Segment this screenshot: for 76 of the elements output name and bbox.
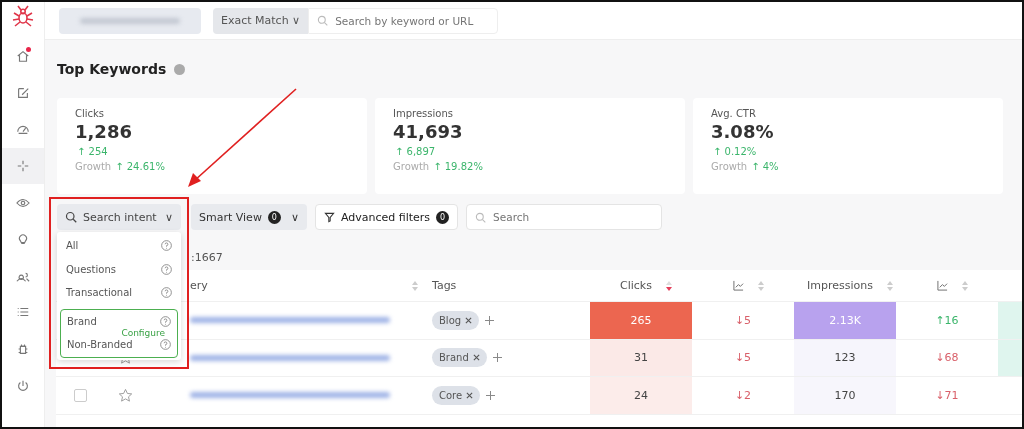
tag-label: Blog bbox=[439, 314, 462, 326]
keyword-count: :1667 bbox=[191, 251, 223, 264]
metric-value: 41,693 bbox=[393, 121, 463, 142]
row-checkbox[interactable] bbox=[73, 388, 87, 402]
heat-cell: 31 bbox=[590, 339, 692, 376]
menu-item[interactable]: Non-Branded bbox=[67, 339, 133, 351]
project-selector[interactable] bbox=[59, 7, 201, 34]
menu-item[interactable]: All bbox=[66, 240, 79, 252]
tag-label: Brand bbox=[439, 352, 469, 364]
metric-change: ↑ 0.12% bbox=[713, 146, 757, 157]
keyword-search-field[interactable]: Search by keyword or URL bbox=[308, 7, 499, 34]
add-icon[interactable] bbox=[485, 315, 495, 325]
column-header[interactable]: ery bbox=[190, 279, 208, 292]
heat-cell: 170 bbox=[794, 377, 896, 414]
bug-icon[interactable] bbox=[16, 342, 30, 357]
menu-item[interactable]: Brand bbox=[67, 315, 97, 327]
help-icon[interactable] bbox=[174, 63, 186, 75]
add-icon[interactable] bbox=[492, 353, 502, 363]
trend-value: ↓68 bbox=[935, 351, 959, 365]
column-header[interactable]: Clicks bbox=[620, 279, 652, 292]
sort-icon[interactable] bbox=[665, 280, 672, 291]
column-header: Tags bbox=[432, 279, 457, 292]
trend-chart-icon bbox=[936, 280, 948, 291]
heat-cell: 2.13K bbox=[794, 302, 896, 339]
match-type-dropdown[interactable]: Exact Match ∨ bbox=[213, 7, 309, 34]
metric-label: Clicks bbox=[75, 108, 105, 119]
home-icon[interactable] bbox=[16, 49, 30, 64]
trend-value: ↑16 bbox=[935, 313, 959, 327]
star-icon[interactable] bbox=[117, 387, 133, 403]
growth-label: Growth bbox=[711, 161, 748, 172]
trend-value: ↓5 bbox=[734, 313, 752, 327]
growth-value: ↑ 4% bbox=[751, 161, 779, 172]
metric-change: ↑ 254 bbox=[77, 146, 108, 157]
heat-cell: 24 bbox=[590, 377, 692, 414]
metric-label: Avg. CTR bbox=[711, 108, 756, 119]
growth-label: Growth bbox=[393, 161, 430, 172]
search-icon bbox=[317, 15, 329, 26]
remove-icon[interactable] bbox=[472, 354, 480, 362]
help-icon[interactable] bbox=[161, 240, 172, 252]
advanced-filters-button[interactable]: Advanced filters 0 bbox=[314, 204, 459, 230]
crosshair-icon[interactable] bbox=[16, 159, 30, 174]
filter-icon bbox=[323, 211, 335, 223]
heat-cell: 265 bbox=[590, 302, 692, 339]
growth-value: ↑ 24.61% bbox=[115, 161, 165, 172]
trend-chart-icon bbox=[732, 280, 744, 291]
metric-label: Impressions bbox=[393, 108, 453, 119]
search-intent-dropdown[interactable]: Search intent ∨ bbox=[57, 204, 181, 230]
trend-value: ↓2 bbox=[734, 388, 752, 402]
remove-icon[interactable] bbox=[466, 391, 474, 399]
menu-item[interactable]: Transactional bbox=[66, 287, 133, 299]
trend-value: ↓71 bbox=[935, 388, 959, 402]
column-header[interactable]: Impressions bbox=[807, 279, 873, 292]
metric-value: 3.08% bbox=[711, 121, 774, 142]
add-icon[interactable] bbox=[486, 390, 496, 400]
heat-cell: 123 bbox=[794, 339, 896, 376]
help-icon[interactable] bbox=[160, 315, 171, 327]
help-icon[interactable] bbox=[161, 287, 172, 299]
power-icon[interactable] bbox=[16, 378, 30, 393]
growth-value: ↑ 19.82% bbox=[433, 161, 483, 172]
edit-icon[interactable] bbox=[16, 85, 30, 100]
help-icon[interactable] bbox=[160, 339, 171, 351]
smart-view-dropdown[interactable]: Smart View 0 ∨ bbox=[191, 204, 307, 230]
growth-label: Growth bbox=[75, 161, 112, 172]
bulb-icon[interactable] bbox=[16, 232, 30, 247]
remove-icon[interactable] bbox=[465, 316, 473, 324]
page-title: Top Keywords bbox=[57, 61, 167, 77]
spider-logo-icon bbox=[11, 4, 35, 28]
metric-value: 1,286 bbox=[75, 121, 132, 142]
trend-value: ↓5 bbox=[734, 351, 752, 365]
search-icon bbox=[475, 211, 487, 223]
menu-item[interactable]: Questions bbox=[66, 263, 116, 275]
help-icon[interactable] bbox=[161, 263, 172, 275]
search-icon bbox=[65, 211, 77, 223]
metric-change: ↑ 6,897 bbox=[395, 146, 436, 157]
search-field[interactable]: Search bbox=[466, 204, 663, 230]
tag-label: Core bbox=[439, 389, 463, 401]
